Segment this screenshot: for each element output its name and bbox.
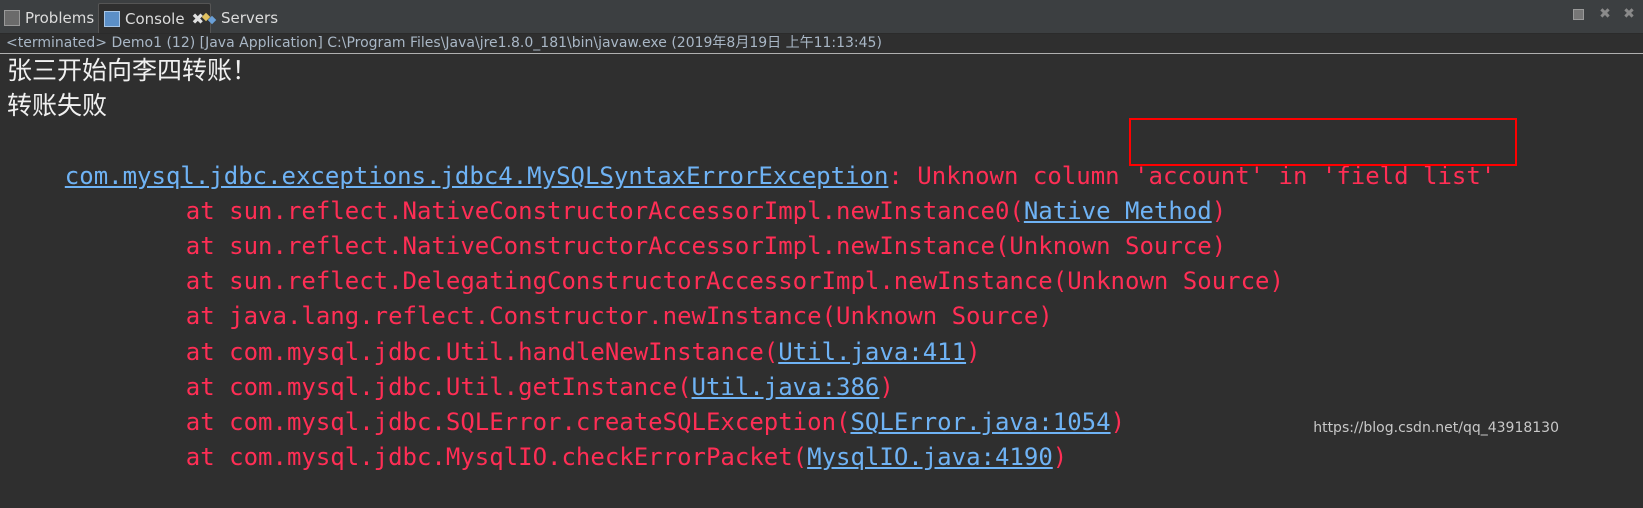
- remove-launch-button[interactable]: ✖: [1597, 6, 1613, 22]
- output-line-2: 转账失败: [7, 91, 108, 120]
- watermark: https://blog.csdn.net/qq_43918130: [1313, 420, 1559, 436]
- stack-frame: at sun.reflect.NativeConstructorAccessor…: [128, 160, 1226, 225]
- stack-frame: at com.mysql.jdbc.Util.handleNewInstance…: [128, 301, 981, 366]
- remove-all-icon: ✖: [1623, 6, 1635, 22]
- servers-icon: [202, 11, 216, 25]
- stack-frame: at com.mysql.jdbc.SQLError.createSQLExce…: [128, 371, 1125, 436]
- console-toolbar: ✖ ✖: [1573, 6, 1637, 22]
- stack-frame: at com.mysql.jdbc.Util.getInstance(Util.…: [128, 336, 894, 401]
- stack-frame: at com.mysql.jdbc.MysqlIO.checkErrorPack…: [128, 406, 1067, 471]
- remove-all-button[interactable]: ✖: [1621, 6, 1637, 22]
- tab-servers-label: Servers: [221, 8, 279, 27]
- output-line-1: 张三开始向李四转账！: [7, 56, 258, 85]
- terminate-button[interactable]: [1573, 6, 1589, 22]
- tab-servers[interactable]: Servers: [202, 4, 278, 31]
- stack-frame-suffix: ): [1110, 408, 1126, 436]
- tab-console[interactable]: Console ✖: [98, 3, 212, 33]
- remove-launch-icon: ✖: [1599, 6, 1611, 22]
- process-status-line: <terminated> Demo1 (12) [Java Applicatio…: [6, 35, 882, 51]
- view-tab-bar: Problems Console ✖ Servers ✖ ✖: [0, 0, 1643, 34]
- stack-frame: at java.lang.reflect.Constructor.newInst…: [128, 265, 1053, 330]
- console-output[interactable]: 张三开始向李四转账！ 转账失败 com.mysql.jdbc.exception…: [0, 54, 1643, 471]
- stack-frame-suffix: ): [966, 338, 981, 366]
- highlight-annotation-box: [1129, 118, 1517, 166]
- problems-icon: [4, 9, 20, 26]
- stack-frame: at sun.reflect.DelegatingConstructorAcce…: [128, 230, 1284, 295]
- stop-icon: [1573, 9, 1584, 20]
- console-icon: [104, 10, 120, 27]
- tab-console-label: Console: [125, 9, 185, 28]
- stack-frame: at sun.reflect.NativeConstructorAccessor…: [128, 195, 1226, 260]
- tab-problems[interactable]: Problems: [4, 4, 94, 31]
- tab-problems-label: Problems: [25, 8, 95, 27]
